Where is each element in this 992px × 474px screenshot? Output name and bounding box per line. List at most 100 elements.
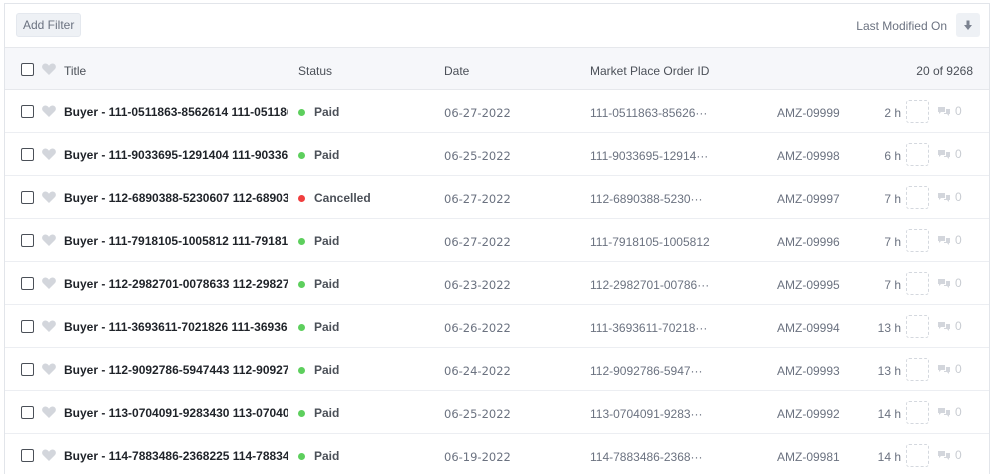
row-record-id: AMZ-09998 — [777, 149, 840, 163]
row-modified-time: 7 h — [884, 235, 901, 249]
heart-icon[interactable] — [41, 103, 57, 119]
heart-icon[interactable] — [41, 275, 57, 291]
heart-icon[interactable] — [41, 232, 57, 248]
comment-count[interactable]: 0 — [937, 362, 962, 376]
row-checkbox[interactable] — [21, 105, 34, 118]
row-title[interactable]: Buyer - 113-0704091-9283430 113-0704091-… — [64, 406, 288, 420]
row-modified-time: 6 h — [884, 149, 901, 163]
comment-count[interactable]: 0 — [937, 190, 962, 204]
column-header-title[interactable]: Title — [64, 64, 86, 78]
row-date: 06-24-2022 — [444, 364, 511, 378]
comment-count-value: 0 — [955, 405, 962, 419]
row-checkbox[interactable] — [21, 363, 34, 376]
heart-icon[interactable] — [41, 447, 57, 463]
table-row[interactable]: Buyer - 113-0704091-9283430 113-0704091-… — [5, 391, 989, 434]
add-filter-button[interactable]: Add Filter — [16, 13, 82, 37]
row-modified-time: 2 h — [884, 106, 901, 120]
status-dot — [298, 366, 305, 374]
row-date: 06-19-2022 — [444, 450, 511, 464]
row-checkbox[interactable] — [21, 191, 34, 204]
column-header-date[interactable]: Date — [444, 64, 469, 78]
row-title[interactable]: Buyer - 111-0511863-8562614 111-0511863-… — [64, 105, 288, 119]
comment-icon — [938, 236, 950, 245]
row-title[interactable]: Buyer - 111-7918105-1005812 111-7918105-… — [64, 234, 288, 248]
row-record-id: AMZ-09981 — [777, 450, 840, 464]
status-dot — [298, 452, 305, 460]
heart-icon[interactable] — [41, 318, 57, 334]
row-checkbox[interactable] — [21, 449, 34, 462]
heart-icon[interactable] — [41, 189, 57, 205]
row-checkbox[interactable] — [21, 320, 34, 333]
table-row[interactable]: Buyer - 111-9033695-1291404 111-9033695-… — [5, 133, 989, 176]
row-modified-time: 14 h — [877, 450, 901, 464]
status-dot — [298, 323, 305, 331]
heart-icon[interactable] — [41, 361, 57, 377]
row-checkbox[interactable] — [21, 234, 34, 247]
sort-label[interactable]: Last Modified On — [856, 19, 947, 33]
row-title[interactable]: Buyer - 112-6890388-5230607 112-6890388-… — [64, 191, 288, 205]
assignee-placeholder[interactable] — [906, 358, 929, 381]
comment-icon — [938, 451, 950, 460]
status-label: Paid — [314, 234, 340, 248]
row-date: 06-27-2022 — [444, 192, 511, 206]
row-date: 06-26-2022 — [444, 321, 511, 335]
heart-icon[interactable] — [41, 146, 57, 162]
comment-count[interactable]: 0 — [937, 104, 962, 118]
status-dot — [298, 280, 305, 288]
row-record-id: AMZ-09994 — [777, 321, 840, 335]
comment-count[interactable]: 0 — [937, 233, 962, 247]
row-record-id: AMZ-09996 — [777, 235, 840, 249]
table-row[interactable]: Buyer - 112-6890388-5230607 112-6890388-… — [5, 176, 989, 219]
row-checkbox[interactable] — [21, 406, 34, 419]
row-title[interactable]: Buyer - 112-9092786-5947443 112-9092786-… — [64, 363, 288, 377]
status-badge: Paid — [298, 449, 339, 463]
table-row[interactable]: Buyer - 111-7918105-1005812 111-7918105-… — [5, 219, 989, 262]
table-header: Title Status Date Market Place Order ID … — [5, 47, 989, 90]
assignee-placeholder[interactable] — [906, 229, 929, 252]
table-row[interactable]: Buyer - 114-7883486-2368225 114-7883486-… — [5, 434, 989, 474]
comment-count[interactable]: 0 — [937, 147, 962, 161]
table-row[interactable]: Buyer - 111-3693611-7021826 111-3693611-… — [5, 305, 989, 348]
assignee-placeholder[interactable] — [906, 100, 929, 123]
comment-count[interactable]: 0 — [937, 405, 962, 419]
column-header-marketplace-order-id[interactable]: Market Place Order ID — [590, 64, 709, 78]
comment-icon — [938, 279, 950, 288]
status-label: Paid — [314, 406, 340, 420]
comment-count-value: 0 — [955, 104, 962, 118]
row-record-id: AMZ-09997 — [777, 192, 840, 206]
assignee-placeholder[interactable] — [906, 444, 929, 467]
row-checkbox[interactable] — [21, 277, 34, 290]
status-dot — [298, 409, 305, 417]
status-badge: Paid — [298, 148, 339, 162]
comment-count[interactable]: 0 — [937, 319, 962, 333]
row-title[interactable]: Buyer - 111-9033695-1291404 111-9033695-… — [64, 148, 288, 162]
assignee-placeholder[interactable] — [906, 272, 929, 295]
table-row[interactable]: Buyer - 112-9092786-5947443 112-9092786-… — [5, 348, 989, 391]
column-header-status[interactable]: Status — [298, 64, 332, 78]
row-checkbox[interactable] — [21, 148, 34, 161]
orders-list-panel: Add Filter Last Modified On Title Status… — [4, 3, 990, 474]
row-marketplace-order-id: 111-7918105-1005812 — [590, 235, 710, 249]
heart-icon[interactable] — [41, 404, 57, 420]
row-marketplace-order-id: 112-2982701-00786··· — [590, 278, 710, 292]
row-title[interactable]: Buyer - 112-2982701-0078633 112-2982701-… — [64, 277, 288, 291]
table-row[interactable]: Buyer - 112-2982701-0078633 112-2982701-… — [5, 262, 989, 305]
sort-direction-button[interactable] — [956, 13, 980, 37]
table-row[interactable]: Buyer - 111-0511863-8562614 111-0511863-… — [5, 90, 989, 133]
select-all-checkbox[interactable] — [21, 63, 34, 76]
row-title[interactable]: Buyer - 114-7883486-2368225 114-7883486-… — [64, 449, 288, 463]
comment-count[interactable]: 0 — [937, 276, 962, 290]
assignee-placeholder[interactable] — [906, 401, 929, 424]
assignee-placeholder[interactable] — [906, 186, 929, 209]
assignee-placeholder[interactable] — [906, 315, 929, 338]
status-badge: Paid — [298, 234, 339, 248]
row-title[interactable]: Buyer - 111-3693611-7021826 111-3693611-… — [64, 320, 288, 334]
comment-count[interactable]: 0 — [937, 448, 962, 462]
status-label: Paid — [314, 320, 340, 334]
row-marketplace-order-id: 111-0511863-85626··· — [590, 106, 708, 120]
row-date: 06-27-2022 — [444, 106, 511, 120]
heart-icon[interactable] — [41, 61, 57, 77]
assignee-placeholder[interactable] — [906, 143, 929, 166]
comment-icon — [938, 322, 950, 331]
row-record-id: AMZ-09999 — [777, 106, 840, 120]
